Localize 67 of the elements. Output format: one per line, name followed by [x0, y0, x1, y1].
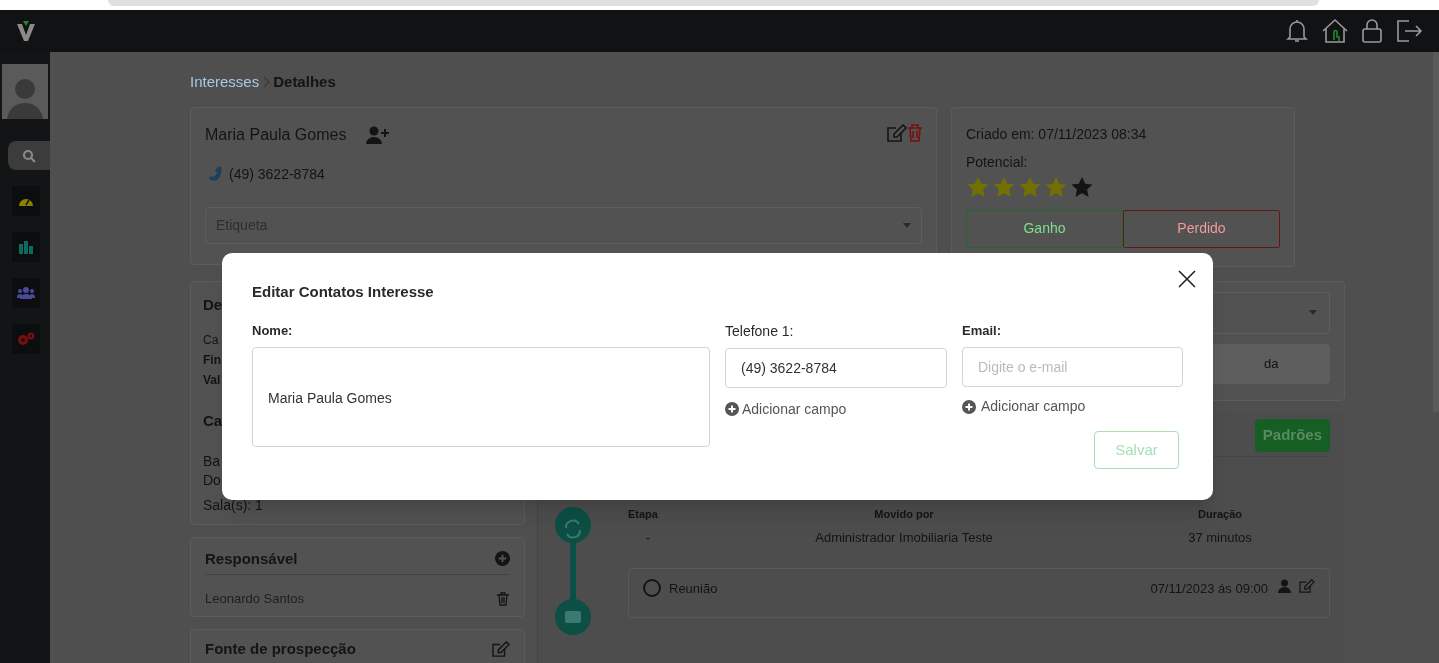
- feature-text: Sala(s): 1: [203, 495, 263, 515]
- empty-star-icon[interactable]: [1070, 175, 1094, 198]
- feature-text: Do: [203, 470, 221, 490]
- edit-icon[interactable]: [887, 123, 907, 142]
- caret-icon: [1309, 310, 1317, 315]
- house-icon[interactable]: [1321, 18, 1349, 44]
- filled-star-icon[interactable]: [1018, 175, 1042, 198]
- feature-text: Ba: [203, 451, 221, 471]
- table-cell-text: 37 minutos: [1187, 529, 1253, 547]
- name-field[interactable]: Maria Paula Gomes: [252, 347, 710, 447]
- column-header: Duração: [1197, 506, 1243, 522]
- card-title: Responsável: [205, 548, 298, 569]
- card-title: De: [203, 294, 224, 315]
- event-datetime: 07/11/2023 ás 09:00: [1150, 579, 1268, 598]
- breadcrumb-current: Detalhes: [273, 72, 336, 92]
- trash-icon[interactable]: [497, 591, 509, 606]
- created-date: Criado em: 07/11/2023 08:34: [966, 124, 1148, 144]
- avatar-placeholder: [2, 64, 48, 119]
- filled-star-icon[interactable]: [992, 175, 1016, 198]
- edit-icon[interactable]: [1299, 578, 1315, 593]
- edit-icon[interactable]: [492, 640, 510, 657]
- search-button[interactable]: [8, 141, 50, 170]
- detail-text: Val: [203, 372, 221, 389]
- gears-icon: [17, 332, 35, 346]
- buildings-nav-item[interactable]: [12, 232, 40, 262]
- card-title: Ca: [203, 411, 224, 431]
- table-cell-text: -: [644, 529, 652, 547]
- logo-icon: [16, 20, 36, 42]
- close-icon[interactable]: [1178, 270, 1196, 288]
- phone-number: (49) 3622-8784: [229, 164, 325, 184]
- detail-text: Fin: [203, 352, 221, 369]
- modal-title: Editar Contatos Interesse: [252, 282, 435, 302]
- dashboard-nav-item[interactable]: [12, 186, 40, 216]
- potential-label: Potencial:: [966, 152, 1029, 172]
- bell-icon[interactable]: [1285, 18, 1309, 44]
- won-button[interactable]: Ganho: [966, 209, 1123, 248]
- users-icon: [17, 287, 35, 299]
- card-title: Fonte de prospecção: [205, 638, 356, 659]
- add-icon: [725, 402, 739, 416]
- breadcrumb-link[interactable]: Interesses: [190, 71, 260, 94]
- trash-icon[interactable]: [907, 123, 923, 142]
- add-field-link[interactable]: Adicionar campo: [725, 398, 947, 420]
- add-field-link[interactable]: Adicionar campo: [962, 396, 1183, 417]
- event-title: Reunião: [669, 579, 718, 598]
- add-icon[interactable]: [495, 551, 510, 567]
- email-field[interactable]: Digite o e-mail: [962, 347, 1183, 387]
- add-user-icon[interactable]: [366, 125, 391, 144]
- bar-text: da: [1264, 354, 1279, 373]
- lost-button[interactable]: Perdido: [1123, 209, 1280, 248]
- field-label: Telefone 1:: [725, 321, 795, 341]
- filled-star-icon[interactable]: [966, 175, 990, 198]
- table-cell-text: Administrador Imobiliaria Teste: [814, 529, 994, 547]
- add-icon: [962, 399, 976, 414]
- field-label: Email:: [962, 321, 1002, 340]
- contact-name: Maria Paula Gomes: [205, 124, 347, 145]
- settings-nav-item[interactable]: [12, 324, 40, 354]
- search-icon: [22, 148, 36, 163]
- caret-icon: [903, 222, 911, 228]
- field-label: Nome:: [252, 321, 294, 340]
- phone-field[interactable]: (49) 3622-8784: [725, 347, 947, 388]
- user-icon[interactable]: [1278, 578, 1291, 593]
- users-nav-item[interactable]: [12, 278, 40, 308]
- filled-star-icon[interactable]: [1044, 175, 1068, 198]
- detail-text: Ca: [203, 332, 219, 349]
- buildings-icon: [18, 240, 34, 254]
- lock-icon[interactable]: [1361, 18, 1383, 44]
- logout-icon[interactable]: [1395, 19, 1423, 43]
